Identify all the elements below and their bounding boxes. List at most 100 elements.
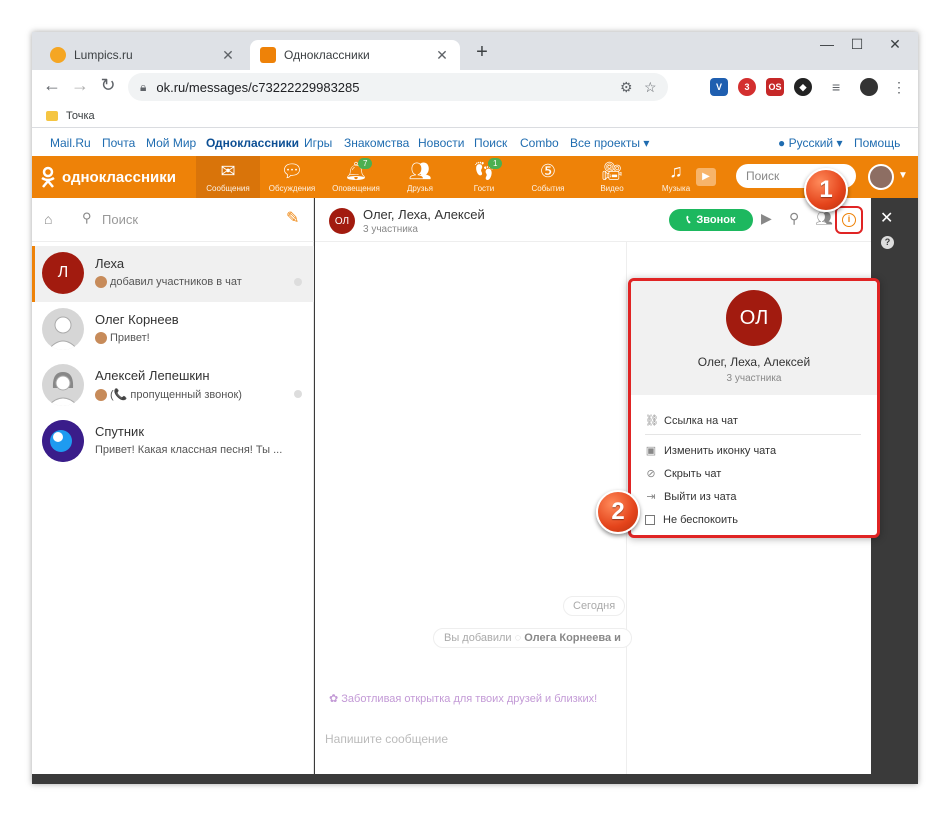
browser-window: Lumpics.ru ✕ Одноклассники ✕ + — ☐ ✕ ← →… — [32, 32, 918, 784]
divider — [645, 434, 861, 435]
nav-video[interactable]: 🎥︎ Видео — [580, 156, 644, 198]
language-label: Русский ▾ — [788, 136, 843, 150]
link-combo[interactable]: Combo — [520, 136, 559, 150]
system-message-name: Олега Корнеева и — [524, 632, 621, 644]
tab-lumpics[interactable]: Lumpics.ru ✕ — [40, 40, 246, 70]
folder-icon — [46, 110, 58, 121]
home-icon[interactable]: ⌂ — [44, 211, 52, 227]
menu-item-do-not-disturb[interactable]: Не беспокоить — [645, 514, 738, 526]
help-icon[interactable]: ? — [881, 236, 894, 249]
participants-count: 3 участника — [363, 224, 418, 235]
participants-icon[interactable]: 👥︎ — [815, 210, 833, 227]
chat-item-oleg[interactable]: Олег Корнеев Привет! — [32, 302, 314, 358]
close-icon[interactable]: ✕ — [434, 47, 450, 64]
ok-navbar: одноклассники ✉ Сообщения 💬︎ Обсуждения … — [32, 156, 918, 198]
call-button[interactable]: 📞︎ Звонок — [669, 209, 753, 231]
profile-avatar[interactable] — [860, 78, 878, 96]
image-icon: ▣ — [645, 445, 657, 457]
reading-list-icon[interactable]: ≡ — [832, 79, 840, 95]
chat-info-dropdown: ОЛ Олег, Леха, Алексей 3 участника ⛓ Ссы… — [628, 278, 880, 538]
unread-dot — [294, 390, 302, 398]
forward-arrow-icon[interactable]: → — [68, 75, 92, 96]
envelope-icon: ✉ — [220, 161, 236, 181]
menu-item-leave-chat[interactable]: ⇥ Выйти из чата — [645, 491, 737, 503]
mini-avatar-icon: ◌ — [514, 632, 522, 644]
nav-discussions[interactable]: 💬︎ Обсуждения — [260, 156, 324, 198]
nav-notifications[interactable]: 🔔︎ 7 Оповещения — [324, 156, 388, 198]
notifications-badge: 7 — [358, 158, 373, 169]
nav-messages[interactable]: ✉ Сообщения — [196, 156, 260, 198]
link-search[interactable]: Поиск — [474, 136, 507, 150]
footprints-icon: 👣︎ — [472, 161, 496, 181]
menu-item-hide-chat[interactable]: ⊘ Скрыть чат — [645, 468, 721, 480]
link-ok[interactable]: Одноклассники — [206, 136, 299, 150]
chat-info-button[interactable]: i — [835, 206, 863, 234]
group-avatar[interactable]: ОЛ — [329, 208, 355, 234]
back-arrow-icon[interactable]: ← — [40, 75, 64, 96]
tab-odnoklassniki[interactable]: Одноклассники ✕ — [250, 40, 460, 70]
play-icon[interactable]: ▶ — [696, 168, 716, 186]
link-moimir[interactable]: Мой Мир — [146, 136, 196, 150]
compose-icon[interactable]: ✎ — [286, 208, 299, 228]
nav-events[interactable]: ⑤ События — [516, 156, 580, 198]
chat-item-leha[interactable]: Л Леха добавил участников в чат — [32, 246, 314, 302]
link-mailru[interactable]: Mail.Ru — [50, 136, 91, 150]
nav-label: Видео — [600, 184, 624, 193]
link-help[interactable]: Помощь — [854, 136, 900, 150]
window-close-icon[interactable]: ✕ — [880, 36, 910, 53]
sender-avatar-icon — [95, 332, 107, 344]
close-icon[interactable]: ✕ — [880, 208, 893, 228]
ext-badge-count: 3 — [744, 82, 750, 92]
conversation-title[interactable]: Олег, Леха, Алексей — [363, 207, 485, 222]
info-icon: i — [842, 213, 856, 227]
bookmark-star-icon[interactable]: ☆ — [644, 79, 657, 96]
menu-item-chat-link[interactable]: ⛓ Ссылка на чат — [645, 415, 738, 427]
shield-extension-icon[interactable]: ◆ — [794, 78, 812, 96]
ok-logo[interactable]: одноклассники — [40, 166, 176, 188]
chat-item-aleksey[interactable]: Алексей Лепешкин (📞 пропущенный звонок) — [32, 358, 314, 414]
close-icon[interactable]: ✕ — [220, 47, 236, 64]
new-tab-plus-icon[interactable]: + — [470, 41, 494, 64]
phone-icon: 📞︎ — [686, 213, 691, 226]
search-icon[interactable]: ⚲ — [789, 210, 799, 227]
extension-puzzle-icon[interactable]: ⚙ — [620, 79, 633, 96]
chat-preview: Привет! — [95, 332, 150, 344]
menu-item-label: Выйти из чата — [664, 491, 737, 503]
bookmark-item[interactable]: Точка — [66, 110, 95, 122]
chat-search-input[interactable]: Поиск — [102, 212, 138, 227]
chat-item-sputnik[interactable]: Спутник Привет! Какая классная песня! Ты… — [32, 414, 314, 470]
address-bar[interactable]: 🔒︎ ok.ru/messages/c73222229983285 — [128, 73, 668, 101]
url-text: ok.ru/messages/c73222229983285 — [156, 79, 360, 95]
checkbox[interactable] — [645, 515, 655, 525]
link-news[interactable]: Новости — [418, 136, 464, 150]
link-mail[interactable]: Почта — [102, 136, 135, 150]
menu-item-change-icon[interactable]: ▣ Изменить иконку чата — [645, 445, 776, 457]
nav-friends[interactable]: 👥︎ Друзья — [388, 156, 452, 198]
link-all-projects[interactable]: Все проекты ▾ — [570, 136, 649, 150]
group-avatar-large[interactable]: ОЛ — [726, 290, 782, 346]
unread-dot — [294, 278, 302, 286]
link-games[interactable]: Игры — [304, 136, 332, 150]
lumpics-favicon-icon — [50, 47, 66, 63]
chat-preview-text: добавил участников в чат — [110, 276, 242, 288]
reload-icon[interactable]: ↻ — [96, 75, 120, 96]
message-input[interactable]: Напишите сообщение — [325, 732, 448, 746]
maximize-icon[interactable]: ☐ — [842, 36, 872, 53]
minimize-icon[interactable]: — — [812, 36, 842, 52]
user-avatar[interactable] — [868, 164, 894, 190]
os-extension-icon[interactable]: OS — [766, 78, 784, 96]
language-selector[interactable]: ● Русский ▾ — [778, 136, 842, 150]
nav-guests[interactable]: 👣︎ 1 Гости — [452, 156, 516, 198]
video-call-icon[interactable]: ▶ — [761, 210, 772, 227]
ok-logo-text: одноклассники — [62, 168, 176, 186]
chat-name: Алексей Лепешкин — [95, 368, 210, 383]
vpn-extension-icon[interactable]: V — [710, 78, 728, 96]
avatar — [42, 308, 84, 350]
link-dating[interactable]: Знакомства — [344, 136, 409, 150]
menu-dots-icon[interactable]: ⋮ — [892, 79, 906, 96]
chat-preview: добавил участников в чат — [95, 276, 242, 288]
postcard-promo[interactable]: ✿ Заботливая открытка для твоих друзей и… — [329, 692, 597, 705]
ext-badge-icon[interactable]: 3 — [738, 78, 756, 96]
chevron-down-icon[interactable]: ▼ — [898, 170, 908, 181]
guests-badge: 1 — [488, 158, 503, 169]
